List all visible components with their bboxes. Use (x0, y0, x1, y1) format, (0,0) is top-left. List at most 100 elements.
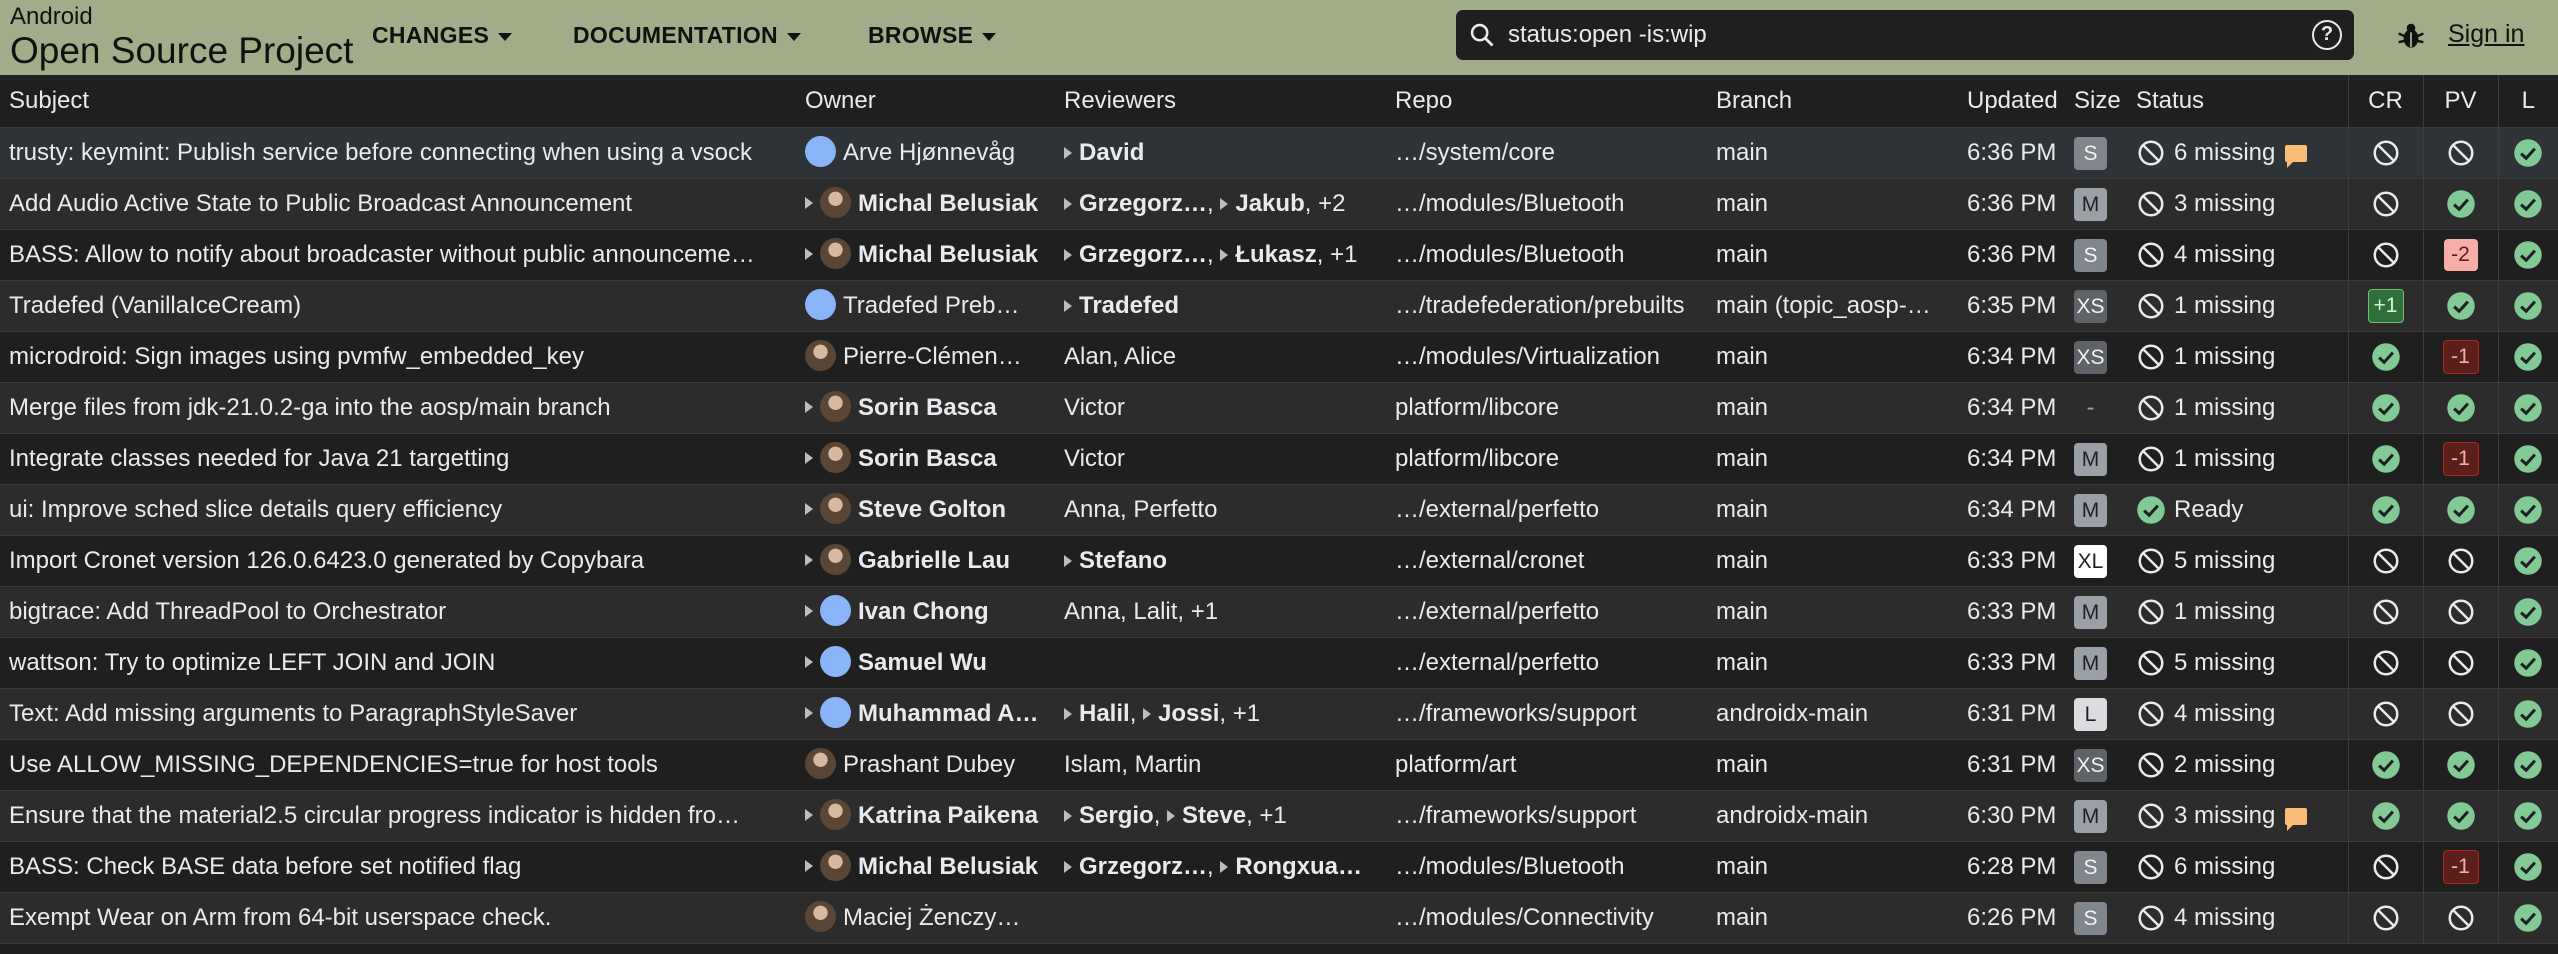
subject-link[interactable]: trusty: keymint: Publish service before … (0, 127, 805, 179)
repo-link[interactable]: …/frameworks/support (1395, 790, 1716, 842)
nav-changes[interactable]: CHANGES (372, 22, 513, 49)
owner-name[interactable]: Sorin Basca (858, 393, 997, 420)
branch-link[interactable]: main (1716, 586, 1967, 638)
table-row[interactable]: Exempt Wear on Arm from 64-bit userspace… (0, 892, 2558, 944)
subject-link[interactable]: wattson: Try to optimize LEFT JOIN and J… (0, 637, 805, 689)
reviewer-name[interactable]: Anna, Lalit, +1 (1064, 598, 1218, 625)
sign-in-link[interactable]: Sign in (2448, 20, 2524, 49)
branch-link[interactable]: main (topic_aosp-… (1716, 280, 1967, 332)
reviewer-name[interactable]: Steve (1182, 802, 1246, 829)
subject-link[interactable]: Exempt Wear on Arm from 64-bit userspace… (0, 892, 805, 944)
reviewer-name[interactable]: Grzegorz… (1079, 241, 1207, 268)
table-row[interactable]: Use ALLOW_MISSING_DEPENDENCIES=true for … (0, 739, 2558, 791)
owner-name[interactable]: Steve Golton (858, 495, 1006, 522)
repo-link[interactable]: …/tradefederation/prebuilts (1395, 280, 1716, 332)
reviewer-name[interactable]: Victor (1064, 394, 1125, 421)
branch-link[interactable]: main (1716, 841, 1967, 893)
repo-link[interactable]: …/external/cronet (1395, 535, 1716, 587)
site-logo[interactable]: Android Open Source Project (10, 5, 353, 70)
reviewer-name[interactable]: Tradefed (1079, 292, 1179, 319)
reviewer-name[interactable]: Rongxua… (1235, 853, 1362, 880)
reviewer-name[interactable]: Grzegorz… (1079, 853, 1207, 880)
table-row[interactable]: Tradefed (VanillaIceCream) Tradefed Preb…… (0, 280, 2558, 332)
table-row[interactable]: BASS: Check BASE data before set notifie… (0, 841, 2558, 893)
subject-link[interactable]: Add Audio Active State to Public Broadca… (0, 178, 805, 230)
reviewer-name[interactable]: Stefano (1079, 547, 1167, 574)
nav-documentation[interactable]: DOCUMENTATION (573, 22, 801, 49)
bug-icon[interactable] (2396, 20, 2426, 52)
subject-link[interactable]: BASS: Allow to notify about broadcaster … (0, 229, 805, 281)
branch-link[interactable]: main (1716, 484, 1967, 536)
branch-link[interactable]: main (1716, 433, 1967, 485)
owner-name[interactable]: Muhammad A… (858, 699, 1038, 726)
table-row[interactable]: wattson: Try to optimize LEFT JOIN and J… (0, 637, 2558, 689)
help-icon[interactable]: ? (2312, 20, 2342, 50)
repo-link[interactable]: …/external/perfetto (1395, 637, 1716, 689)
owner-name[interactable]: Arve Hjønnevåg (843, 138, 1015, 165)
branch-link[interactable]: main (1716, 331, 1967, 383)
reviewer-name[interactable]: David (1079, 139, 1144, 166)
owner-name[interactable]: Maciej Żenczy… (843, 903, 1020, 930)
search-input[interactable] (1506, 20, 2312, 50)
repo-link[interactable]: platform/art (1395, 739, 1716, 791)
branch-link[interactable]: main (1716, 178, 1967, 230)
reviewer-name[interactable]: Islam, Martin (1064, 751, 1201, 778)
subject-link[interactable]: Ensure that the material2.5 circular pro… (0, 790, 805, 842)
table-row[interactable]: bigtrace: Add ThreadPool to Orchestrator… (0, 586, 2558, 638)
branch-link[interactable]: androidx-main (1716, 688, 1967, 740)
table-row[interactable]: Integrate classes needed for Java 21 tar… (0, 433, 2558, 485)
branch-link[interactable]: main (1716, 382, 1967, 434)
reviewer-name[interactable]: Jakub (1235, 190, 1304, 217)
subject-link[interactable]: Integrate classes needed for Java 21 tar… (0, 433, 805, 485)
owner-name[interactable]: Prashant Dubey (843, 750, 1015, 777)
repo-link[interactable]: …/external/perfetto (1395, 484, 1716, 536)
branch-link[interactable]: androidx-main (1716, 790, 1967, 842)
owner-name[interactable]: Tradefed Preb… (843, 291, 1020, 318)
table-row[interactable]: Ensure that the material2.5 circular pro… (0, 790, 2558, 842)
subject-link[interactable]: ui: Improve sched slice details query ef… (0, 484, 805, 536)
table-row[interactable]: Import Cronet version 126.0.6423.0 gener… (0, 535, 2558, 587)
subject-link[interactable]: Tradefed (VanillaIceCream) (0, 280, 805, 332)
repo-link[interactable]: …/external/perfetto (1395, 586, 1716, 638)
table-row[interactable]: Merge files from jdk-21.0.2-ga into the … (0, 382, 2558, 434)
owner-name[interactable]: Michal Belusiak (858, 852, 1038, 879)
owner-name[interactable]: Ivan Chong (858, 597, 989, 624)
search-box[interactable]: ? (1456, 10, 2354, 60)
branch-link[interactable]: main (1716, 535, 1967, 587)
owner-name[interactable]: Michal Belusiak (858, 240, 1038, 267)
reviewer-name[interactable]: Łukasz (1235, 241, 1316, 268)
repo-link[interactable]: …/modules/Virtualization (1395, 331, 1716, 383)
subject-link[interactable]: microdroid: Sign images using pvmfw_embe… (0, 331, 805, 383)
nav-browse[interactable]: BROWSE (868, 22, 997, 49)
subject-link[interactable]: Import Cronet version 126.0.6423.0 gener… (0, 535, 805, 587)
repo-link[interactable]: platform/libcore (1395, 382, 1716, 434)
reviewer-name[interactable]: Sergio (1079, 802, 1154, 829)
reviewer-name[interactable]: Alan, Alice (1064, 343, 1176, 370)
table-row[interactable]: BASS: Allow to notify about broadcaster … (0, 229, 2558, 281)
table-row[interactable]: Text: Add missing arguments to Paragraph… (0, 688, 2558, 740)
repo-link[interactable]: …/frameworks/support (1395, 688, 1716, 740)
repo-link[interactable]: …/system/core (1395, 127, 1716, 179)
subject-link[interactable]: BASS: Check BASE data before set notifie… (0, 841, 805, 893)
repo-link[interactable]: …/modules/Bluetooth (1395, 841, 1716, 893)
subject-link[interactable]: bigtrace: Add ThreadPool to Orchestrator (0, 586, 805, 638)
branch-link[interactable]: main (1716, 739, 1967, 791)
reviewer-name[interactable]: Grzegorz… (1079, 190, 1207, 217)
table-row[interactable]: trusty: keymint: Publish service before … (0, 127, 2558, 179)
owner-name[interactable]: Michal Belusiak (858, 189, 1038, 216)
branch-link[interactable]: main (1716, 229, 1967, 281)
owner-name[interactable]: Pierre-Clémen… (843, 342, 1022, 369)
owner-name[interactable]: Samuel Wu (858, 648, 987, 675)
subject-link[interactable]: Merge files from jdk-21.0.2-ga into the … (0, 382, 805, 434)
subject-link[interactable]: Text: Add missing arguments to Paragraph… (0, 688, 805, 740)
reviewer-name[interactable]: Jossi (1158, 700, 1219, 727)
branch-link[interactable]: main (1716, 892, 1967, 944)
table-row[interactable]: microdroid: Sign images using pvmfw_embe… (0, 331, 2558, 383)
repo-link[interactable]: …/modules/Bluetooth (1395, 229, 1716, 281)
owner-name[interactable]: Gabrielle Lau (858, 546, 1010, 573)
branch-link[interactable]: main (1716, 127, 1967, 179)
repo-link[interactable]: platform/libcore (1395, 433, 1716, 485)
reviewer-name[interactable]: Victor (1064, 445, 1125, 472)
table-row[interactable]: Add Audio Active State to Public Broadca… (0, 178, 2558, 230)
reviewer-name[interactable]: Halil (1079, 700, 1130, 727)
